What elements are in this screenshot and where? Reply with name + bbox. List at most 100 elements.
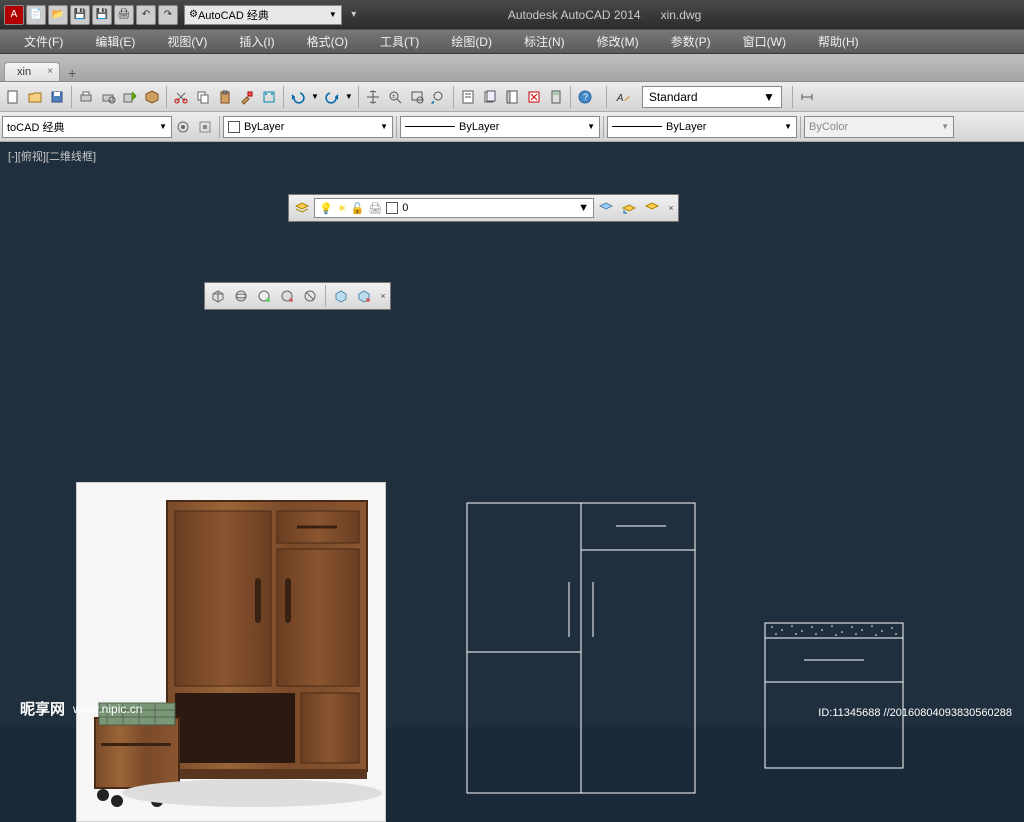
color-selector[interactable]: ByLayer ▼ [223,116,393,138]
cad-drawing-cabinet [466,502,696,802]
toolbar-close-icon[interactable]: × [666,203,676,213]
watermark-right: ID:11345688 //20160804093830560288 [818,707,1012,719]
sheetset-button[interactable] [479,86,501,108]
color-label: ByLayer [244,121,284,133]
layer-name: 0 [402,202,408,214]
zoom-previous-button[interactable] [428,86,450,108]
publish-button[interactable] [119,86,141,108]
vs-conceptual-icon[interactable] [299,285,321,307]
viewport-controls[interactable]: [-][俯视][二维线框] [8,148,96,164]
menu-bar: 文件(F) 编辑(E) 视图(V) 插入(I) 格式(O) 工具(T) 绘图(D… [0,30,1024,54]
chevron-down-icon: ▼ [159,122,167,131]
menu-edit[interactable]: 编辑(E) [79,31,151,52]
reference-image [76,482,386,822]
menu-insert[interactable]: 插入(I) [223,31,290,52]
plotstyle-selector[interactable]: ByColor ▼ [804,116,954,138]
save-button[interactable] [46,86,68,108]
redo-button[interactable] [321,86,343,108]
plot-preview-button[interactable] [97,86,119,108]
linetype-selector[interactable]: ByLayer ▼ [400,116,600,138]
drawing-canvas[interactable]: [-][俯视][二维线框] 💡 ☀ 🔓 🖨 0 ▼ × × [0,142,1024,727]
menu-parametric[interactable]: 参数(P) [655,31,727,52]
new-button[interactable] [2,86,24,108]
cut-button[interactable] [170,86,192,108]
layer-isolate-icon[interactable] [641,197,663,219]
app-name: Autodesk AutoCAD 2014 [508,8,641,22]
window-title: Autodesk AutoCAD 2014 xin.dwg [408,8,701,22]
markup-button[interactable] [523,86,545,108]
vs-shaded-icon[interactable] [330,285,352,307]
workspace-save-icon[interactable] [194,116,216,138]
watermark-logo: 昵享网 [20,698,65,719]
properties-button[interactable] [457,86,479,108]
saveas-icon[interactable]: 💾 [92,5,112,25]
qat-more-icon[interactable]: ▾ [344,5,364,25]
text-style-selector[interactable]: Standard ▼ [642,86,782,108]
svg-text:±: ± [392,94,396,100]
layer-selector[interactable]: 💡 ☀ 🔓 🖨 0 ▼ [314,198,594,218]
workspace-dropdown-label: toCAD 经典 [7,119,64,135]
layer-properties-icon[interactable] [291,197,313,219]
file-tab-xin[interactable]: xin × [4,62,60,81]
app-menu-icon[interactable]: A [4,5,24,25]
open-button[interactable] [24,86,46,108]
redo-dropdown[interactable]: ▼ [343,92,355,101]
blockeditor-button[interactable] [258,86,280,108]
undo-dropdown[interactable]: ▼ [309,92,321,101]
linetype-sample [405,126,455,127]
close-tab-icon[interactable]: × [47,66,53,77]
new-icon[interactable]: 📄 [26,5,46,25]
workspace-settings-icon[interactable] [172,116,194,138]
matchprop-button[interactable] [236,86,258,108]
vs-hidden-icon[interactable] [253,285,275,307]
help-button[interactable]: ? [574,86,596,108]
menu-file[interactable]: 文件(F) [8,31,79,52]
menu-help[interactable]: 帮助(H) [802,31,875,52]
3dprint-button[interactable] [141,86,163,108]
menu-window[interactable]: 窗口(W) [727,31,802,52]
vs-wireframe-icon[interactable] [230,285,252,307]
menu-dimension[interactable]: 标注(N) [508,31,581,52]
workspace-dropdown[interactable]: toCAD 经典 ▼ [2,116,172,138]
zoom-realtime-button[interactable]: ± [384,86,406,108]
standard-toolbar: ▼ ▼ ± ? A Standard ▼ [0,82,1024,112]
menu-format[interactable]: 格式(O) [291,31,364,52]
new-tab-button[interactable]: + [60,65,84,81]
workspace-selector[interactable]: ⚙ AutoCAD 经典 ▼ [184,5,342,25]
undo-button[interactable] [287,86,309,108]
toolbar-close-icon[interactable]: × [378,291,388,301]
menu-view[interactable]: 视图(V) [151,31,223,52]
svg-text:A: A [615,93,623,104]
plot-icon[interactable]: 🖨 [114,5,134,25]
lineweight-selector[interactable]: ByLayer ▼ [607,116,797,138]
file-tab-bar: xin × + [0,54,1024,82]
vs-manage-icon[interactable] [353,285,375,307]
lock-open-icon: 🔓 [351,202,365,215]
dim-style-icon[interactable] [796,86,818,108]
menu-modify[interactable]: 修改(M) [581,31,655,52]
toolpalettes-button[interactable] [501,86,523,108]
open-icon[interactable]: 📂 [48,5,68,25]
vs-2dwireframe-icon[interactable] [207,285,229,307]
save-icon[interactable]: 💾 [70,5,90,25]
plot-button[interactable] [75,86,97,108]
zoom-window-button[interactable] [406,86,428,108]
bulb-on-icon: 💡 [319,202,333,215]
layers-toolbar[interactable]: 💡 ☀ 🔓 🖨 0 ▼ × [288,194,679,222]
paste-button[interactable] [214,86,236,108]
chevron-down-icon: ▼ [380,122,388,131]
redo-icon[interactable]: ↷ [158,5,178,25]
layer-states-icon[interactable] [595,197,617,219]
textstyle-icon[interactable]: A [610,86,636,108]
layer-previous-icon[interactable] [618,197,640,219]
pan-button[interactable] [362,86,384,108]
undo-icon[interactable]: ↶ [136,5,156,25]
quickcalc-button[interactable] [545,86,567,108]
visual-styles-toolbar[interactable]: × [204,282,391,310]
lineweight-sample [612,126,662,127]
menu-draw[interactable]: 绘图(D) [435,31,508,52]
menu-tools[interactable]: 工具(T) [364,31,435,52]
svg-text:?: ? [583,92,588,102]
vs-realistic-icon[interactable] [276,285,298,307]
copy-button[interactable] [192,86,214,108]
